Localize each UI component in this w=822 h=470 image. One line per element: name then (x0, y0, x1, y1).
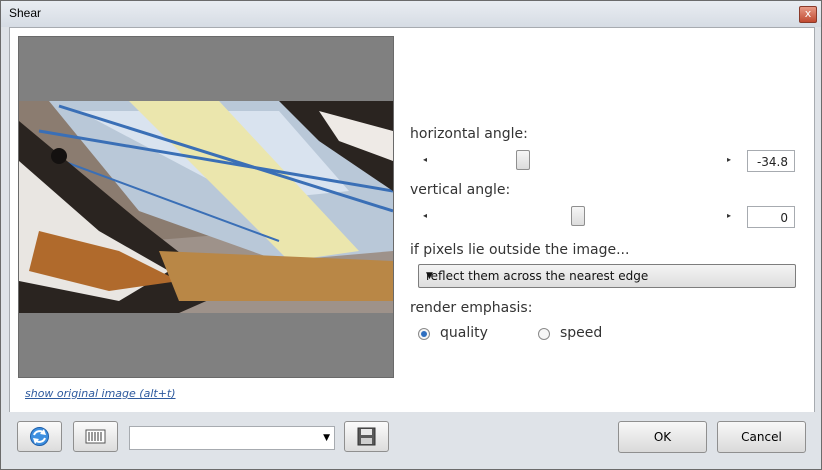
chevron-down-icon: ▼ (323, 433, 330, 443)
shear-dialog: Shear x show original image (alt+t) hori… (0, 0, 822, 470)
chevron-down-icon: ▼ (426, 271, 433, 281)
chevron-left-icon[interactable]: ◂ (420, 154, 430, 166)
preset-combobox[interactable]: ▼ (129, 426, 335, 450)
edge-mode-select[interactable]: reflect them across the nearest edge ▼ (418, 264, 796, 288)
sheared-image (19, 101, 393, 313)
title-bar: Shear x (1, 1, 821, 27)
window-title: Shear (9, 6, 42, 20)
edge-mode-label: if pixels lie outside the image... (410, 242, 630, 258)
chevron-left-icon[interactable]: ◂ (420, 210, 430, 222)
render-emphasis-label: render emphasis: (410, 300, 533, 316)
refresh-icon (30, 427, 49, 446)
horizontal-angle-label: horizontal angle: (410, 126, 528, 142)
save-preset-button[interactable] (344, 421, 389, 452)
cancel-button[interactable]: Cancel (717, 421, 806, 453)
show-original-link[interactable]: show original image (alt+t) (25, 387, 176, 400)
ok-button[interactable]: OK (618, 421, 707, 453)
horizontal-angle-slider[interactable]: ◂ ▸ (418, 150, 738, 170)
horizontal-angle-input[interactable]: -34.8 (747, 150, 795, 172)
chevron-right-icon[interactable]: ▸ (724, 210, 734, 222)
dialog-content: show original image (alt+t) horizontal a… (9, 27, 815, 413)
barcode-icon (85, 429, 106, 444)
horizontal-angle-thumb[interactable] (516, 150, 530, 170)
vertical-angle-slider[interactable]: ◂ ▸ (418, 206, 738, 226)
quality-radio[interactable] (418, 328, 430, 340)
save-icon (357, 427, 376, 446)
reset-button[interactable] (17, 421, 62, 452)
vertical-angle-input[interactable]: 0 (747, 206, 795, 228)
vertical-angle-label: vertical angle: (410, 182, 511, 198)
image-preview (18, 36, 394, 378)
close-button[interactable]: x (799, 6, 817, 23)
chevron-right-icon[interactable]: ▸ (724, 154, 734, 166)
vertical-angle-thumb[interactable] (571, 206, 585, 226)
randomize-button[interactable] (73, 421, 118, 452)
dialog-footer: ▼ OK Cancel (1, 412, 821, 469)
speed-radio[interactable] (538, 328, 550, 340)
speed-label[interactable]: speed (560, 325, 602, 341)
quality-label[interactable]: quality (440, 325, 488, 341)
